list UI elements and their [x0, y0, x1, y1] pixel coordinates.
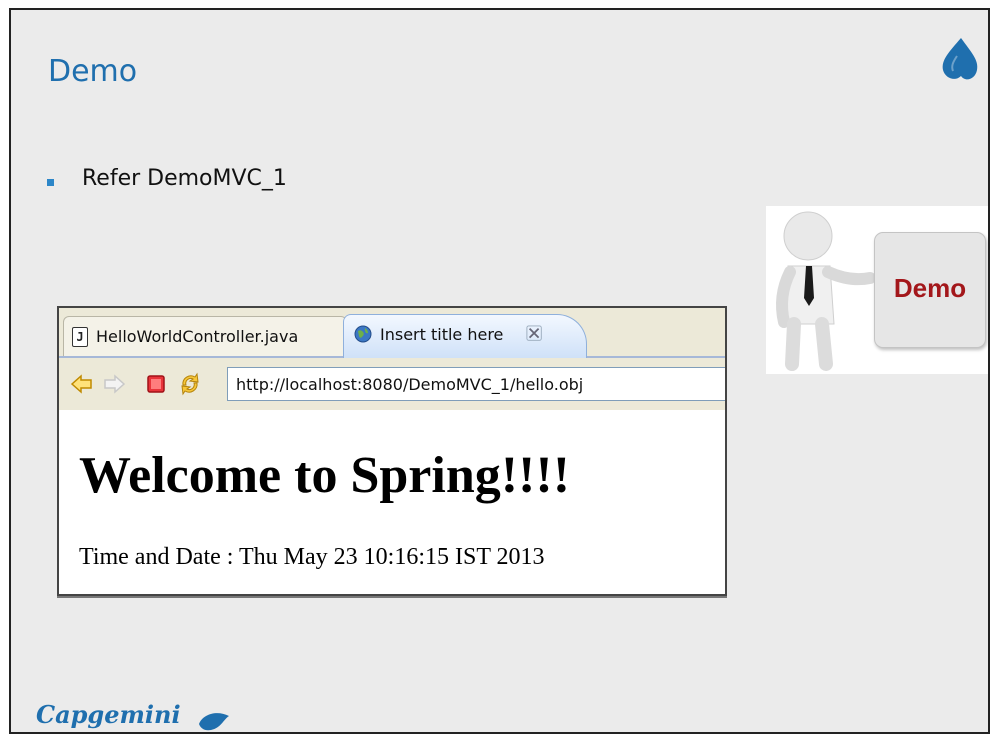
capgemini-wordmark: Capgemini	[36, 700, 181, 729]
bullet-text: Refer DemoMVC_1	[82, 166, 287, 191]
capgemini-cloud-icon	[199, 713, 229, 731]
globe-icon	[354, 325, 372, 343]
back-arrow-icon[interactable]	[69, 371, 95, 397]
tab-insert-title-here[interactable]: Insert title here	[343, 314, 587, 358]
forward-arrow-icon[interactable]	[101, 371, 127, 397]
refresh-icon[interactable]	[177, 371, 203, 397]
tab-bar: J HelloWorldController.java Insert title…	[59, 308, 725, 358]
page-heading: Welcome to Spring!!!!	[79, 447, 571, 504]
page-content: Welcome to Spring!!!! Time and Date : Th…	[59, 410, 725, 594]
demo-illustration: Demo	[766, 206, 988, 374]
tab-helloworldcontroller[interactable]: J HelloWorldController.java	[63, 316, 347, 356]
time-and-date-text: Time and Date : Thu May 23 10:16:15 IST …	[79, 544, 545, 570]
browser-toolbar: http://localhost:8080/DemoMVC_1/hello.ob…	[59, 358, 725, 410]
java-file-icon: J	[72, 327, 88, 347]
demo-word: Demo	[893, 273, 967, 303]
demo-board: Demo	[874, 232, 986, 348]
stop-icon[interactable]	[143, 371, 169, 397]
url-input[interactable]: http://localhost:8080/DemoMVC_1/hello.ob…	[227, 367, 725, 401]
tab-label: HelloWorldController.java	[96, 327, 299, 346]
url-text: http://localhost:8080/DemoMVC_1/hello.ob…	[236, 375, 584, 394]
presenter-figure-icon	[776, 211, 876, 371]
slide: Demo Refer DemoMVC_1 Demo J HelloWorldCo…	[9, 8, 990, 734]
slide-title: Demo	[48, 54, 138, 89]
tab-label: Insert title here	[380, 325, 504, 344]
close-icon[interactable]	[526, 325, 544, 343]
bullet-marker	[47, 179, 54, 186]
browser-window: J HelloWorldController.java Insert title…	[57, 306, 727, 596]
capgemini-spade-icon	[942, 38, 978, 80]
